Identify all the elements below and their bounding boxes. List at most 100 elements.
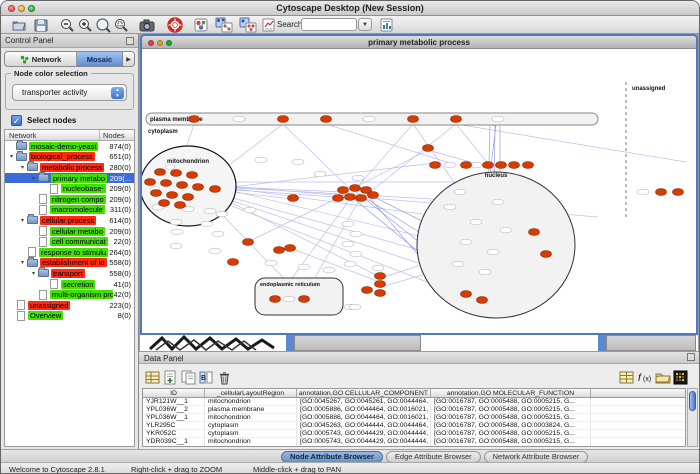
open-session-icon[interactable] <box>11 17 27 33</box>
table-row[interactable]: YJR121W__1mitochondrion[GO:0045267, GO:0… <box>143 398 685 406</box>
tree-row-cellular-process[interactable]: ▾cellular process614(0) <box>5 215 134 226</box>
disclosure-triangle[interactable]: ▾ <box>7 153 16 160</box>
tree-header-network[interactable]: Network <box>5 130 100 140</box>
minimize-frame-button[interactable] <box>157 40 163 46</box>
vizmapper-icon[interactable] <box>193 17 209 33</box>
tree-row-secretion[interactable]: ▾secretion41(0) <box>5 279 134 290</box>
window-titlebar[interactable]: Cytoscape Desktop (New Session) <box>1 1 699 16</box>
tree-row-overview[interactable]: ▾Overview8(0) <box>5 311 134 322</box>
select-nodes-row: ✓ Select nodes <box>11 114 76 126</box>
zoom-window-button[interactable] <box>28 5 35 12</box>
window-title: Cytoscape Desktop (New Session) <box>276 3 424 13</box>
tree-label: unassigned <box>28 301 70 310</box>
close-frame-button[interactable] <box>148 40 154 46</box>
snapshot-camera-icon[interactable] <box>139 17 155 33</box>
col-header-id[interactable]: ID <box>143 389 205 397</box>
col-header-molecular-function[interactable]: annotation.GO MOLECULAR_FUNCTION <box>431 389 591 397</box>
status-hint-zoom: Right-click + drag to ZOOM <box>131 465 222 474</box>
nucleus-region[interactable] <box>417 172 575 318</box>
node-color-selection-group: Node color selection transporter activit… <box>5 73 134 110</box>
help-lifesaver-icon[interactable] <box>167 17 183 33</box>
table-row[interactable]: YLR295Ccytoplasm[GO:0045263, GO:0044444,… <box>143 422 685 430</box>
table-row[interactable]: YKR052Ccytoplasm[GO:0005743, GO:0044429,… <box>143 430 685 438</box>
duplicate-attribute-icon[interactable] <box>181 370 196 385</box>
search-input[interactable] <box>301 18 357 31</box>
apply-layout-2-icon[interactable] <box>239 17 255 33</box>
import-table-icon[interactable] <box>379 17 395 33</box>
data-panel-float-icon[interactable] <box>687 353 695 361</box>
tree-row-nitrogen-compound[interactable]: ▾nitrogen compo209(0) <box>5 194 134 205</box>
tree-row-primary-metabolic[interactable]: ▾primary metabo209(... <box>5 173 134 184</box>
control-panel-title: Control Panel <box>1 34 138 48</box>
minimize-window-button[interactable] <box>18 5 25 12</box>
tree-row-biological-process[interactable]: ▾biological_process651(0) <box>5 152 134 163</box>
dropdown-value: transporter activity <box>22 88 87 97</box>
delete-attribute-icon[interactable] <box>217 370 232 385</box>
tree-label: cellular process <box>40 216 96 225</box>
zoom-out-icon[interactable] <box>59 17 75 33</box>
tree-row-cellular-metabolic[interactable]: ▾cellular metabo209(0) <box>5 226 134 237</box>
table-row[interactable]: YPL036W__1mitochondrion[GO:0005886, GO:0… <box>143 414 685 422</box>
close-window-button[interactable] <box>8 5 15 12</box>
tree-header-nodes[interactable]: Nodes <box>100 130 134 140</box>
tree-row-cell-communication[interactable]: ▾cell communicat22(0) <box>5 236 134 247</box>
col-header-region[interactable]: _cellularLayoutRegion <box>205 389 297 397</box>
table-mode-icon[interactable] <box>619 370 634 385</box>
new-attribute-icon[interactable] <box>163 370 178 385</box>
network-canvas[interactable]: plasma membrane cytoplasm mitochondrion … <box>142 49 696 333</box>
tree-row-unassigned[interactable]: ▾unassigned223(0) <box>5 300 134 311</box>
tab-mosaic[interactable]: Mosaic <box>77 52 123 66</box>
node-count: 311(0) <box>110 205 134 214</box>
zoom-selected-icon[interactable] <box>113 17 129 33</box>
tab-overflow-arrow[interactable]: ▶ <box>123 52 134 66</box>
tree-row-nucleobase[interactable]: ▾nucleobase-209(0) <box>5 183 134 194</box>
annotations-icon[interactable] <box>261 17 277 33</box>
select-attributes-icon[interactable] <box>145 370 160 385</box>
table-row[interactable]: YPL036W__2plasma membrane[GO:0005886, GO… <box>143 406 685 414</box>
search-dropdown-arrow[interactable]: ▼ <box>358 18 372 31</box>
tree-label: mosaic-demo-yeast <box>29 142 98 151</box>
disclosure-triangle[interactable]: ▾ <box>18 259 27 266</box>
tab-network-label: Network <box>32 55 62 64</box>
tree-row-metabolic-process[interactable]: ▾metabolic process280(0) <box>5 162 134 173</box>
status-welcome: Welcome to Cytoscape 2.8.1 <box>9 465 105 474</box>
control-panel-float-icon[interactable] <box>126 37 134 45</box>
disclosure-triangle[interactable]: ▾ <box>29 175 38 182</box>
tree-label: cellular metabo <box>50 227 105 236</box>
graph-node-labels <box>150 116 649 310</box>
zoom-in-icon[interactable] <box>77 17 93 33</box>
sort-columns-icon[interactable]: B <box>199 370 214 385</box>
node-color-dropdown[interactable]: transporter activity ▲▼ <box>12 84 127 101</box>
file-icon <box>50 279 58 289</box>
zoom-frame-button[interactable] <box>166 40 172 46</box>
folder-icon <box>27 259 38 267</box>
col-header-cellular-component[interactable]: annotation.GO CELLULAR_COMPONENT <box>297 389 431 397</box>
disclosure-triangle[interactable]: ▾ <box>29 270 38 277</box>
zoom-fit-icon[interactable] <box>95 17 111 33</box>
network-window-titlebar[interactable]: primary metabolic process <box>142 36 696 49</box>
apply-layout-1-icon[interactable] <box>215 17 231 33</box>
save-session-icon[interactable] <box>33 17 49 33</box>
table-row[interactable]: YDR039C__1mitochondrion[GO:0005743, GO:0… <box>143 438 685 446</box>
network-view-window[interactable]: primary metabolic process <box>140 34 698 335</box>
tree-row-establishment-of-localization[interactable]: ▾establishment of lo558(0) <box>5 258 134 269</box>
node-count: 558(0) <box>109 269 134 278</box>
function-builder-icon[interactable]: f(x) <box>637 370 652 385</box>
dropdown-stepper-icon[interactable]: ▲▼ <box>111 87 124 99</box>
tree-row-macromolecule[interactable]: ▾macromolecule311(0) <box>5 205 134 216</box>
import-attributes-icon[interactable] <box>655 370 670 385</box>
tree-label: nucleobase- <box>61 184 106 193</box>
background-window-fragment <box>606 335 696 351</box>
table-scrollbar[interactable] <box>687 388 698 447</box>
select-nodes-checkbox[interactable]: ✓ <box>11 115 22 126</box>
tree-row-multi-organism[interactable]: ▾multi-organism pro42(0) <box>5 289 134 300</box>
file-icon <box>50 184 58 194</box>
tree-row-response-to-stimulus[interactable]: ▾response to stimulu264(0) <box>5 247 134 258</box>
tree-row-transport[interactable]: ▾transport558(0) <box>5 268 134 279</box>
scrollbar-thumb[interactable] <box>689 391 696 411</box>
tab-network[interactable]: Network <box>5 52 77 66</box>
tree-row-mosaic-demo-yeast[interactable]: ▾mosaic-demo-yeast874(0) <box>5 141 134 152</box>
disclosure-triangle[interactable]: ▾ <box>18 217 27 224</box>
disclosure-triangle[interactable]: ▾ <box>18 164 27 171</box>
heatmap-icon[interactable] <box>673 370 688 385</box>
